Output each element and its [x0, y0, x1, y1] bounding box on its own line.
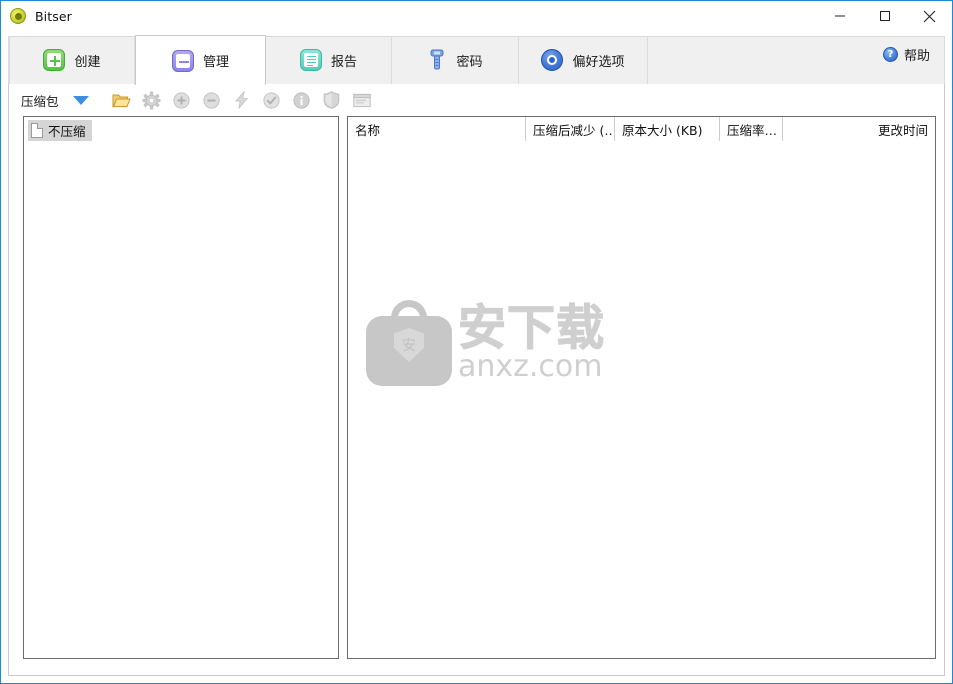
- minimize-button[interactable]: [817, 1, 862, 31]
- tab-create-label: 创建: [74, 54, 101, 70]
- shield-icon: [317, 86, 347, 114]
- app-window: Bitser 创建 管理 报告 密码 偏好选项 ? 帮助 压缩包 不压缩 名称 …: [0, 0, 953, 684]
- tab-manage-label: 管理: [202, 55, 229, 70]
- title-bar: Bitser: [1, 1, 952, 31]
- column-header-modified[interactable]: 更改时间: [783, 117, 935, 141]
- key-icon: [427, 49, 447, 71]
- tab-content-manage: 压缩包 不压缩 名称 压缩后减少 (… 原本大小 (KB) 压缩率… 更改时间 …: [8, 84, 945, 676]
- tab-manage[interactable]: 管理: [135, 35, 266, 85]
- column-header-name[interactable]: 名称: [348, 117, 526, 141]
- tab-report[interactable]: 报告: [266, 36, 392, 84]
- tree-item-no-compression[interactable]: 不压缩: [28, 120, 92, 141]
- watermark-shield-icon: 安: [394, 328, 424, 362]
- column-header-ratio[interactable]: 压缩率…: [720, 117, 783, 141]
- anxz-watermark: 安 安下载 anxz.com: [366, 289, 606, 397]
- report-document-icon: [299, 49, 322, 71]
- file-list-body[interactable]: 安 安下载 anxz.com: [348, 141, 935, 658]
- radio-target-icon: [541, 49, 564, 71]
- plus-circle-icon: [167, 86, 197, 114]
- file-list-header: 名称 压缩后减少 (… 原本大小 (KB) 压缩率… 更改时间: [348, 117, 935, 141]
- tab-password-label: 密码: [456, 54, 483, 70]
- file-list-panel[interactable]: 名称 压缩后减少 (… 原本大小 (KB) 压缩率… 更改时间 安 安下载 an…: [347, 116, 936, 659]
- gear-icon: [137, 86, 167, 114]
- column-label: 更改时间: [877, 122, 928, 138]
- watermark-cn-text: 安下载: [457, 300, 606, 356]
- info-circle-icon: [287, 86, 317, 114]
- tab-create[interactable]: 创建: [9, 36, 135, 84]
- minus-circle-icon: [197, 86, 227, 114]
- help-button[interactable]: ? 帮助: [882, 45, 930, 64]
- maximize-button[interactable]: [862, 1, 907, 31]
- help-label: 帮助: [903, 49, 930, 64]
- manage-panels: 不压缩 名称 压缩后减少 (… 原本大小 (KB) 压缩率… 更改时间 安 安下…: [9, 116, 944, 675]
- bitser-logo-icon: [10, 8, 26, 24]
- open-folder-icon[interactable]: [107, 86, 137, 114]
- watermark-bag-icon: 安: [366, 300, 452, 386]
- tab-report-label: 报告: [330, 54, 357, 70]
- tab-password[interactable]: 密码: [392, 36, 519, 84]
- check-circle-icon: [257, 86, 287, 114]
- column-header-original-size[interactable]: 原本大小 (KB): [615, 117, 720, 141]
- document-icon: [31, 123, 43, 138]
- column-label: 压缩率…: [727, 122, 778, 138]
- watermark-text: 安下载 anxz.com: [457, 300, 606, 384]
- archive-toolbar: 压缩包: [9, 84, 944, 116]
- tab-preferences-label: 偏好选项: [572, 54, 625, 70]
- column-header-saved[interactable]: 压缩后减少 (…: [526, 117, 615, 141]
- watermark-url-text: anxz.com: [458, 349, 603, 384]
- chevron-down-icon[interactable]: [72, 95, 89, 105]
- column-label: 压缩后减少 (…: [533, 122, 615, 138]
- archive-tree-panel[interactable]: 不压缩: [23, 116, 339, 659]
- lightning-icon: [227, 86, 257, 114]
- archive-label: 压缩包: [21, 93, 59, 109]
- window-title: Bitser: [35, 8, 72, 24]
- window-icon: [347, 86, 377, 114]
- column-label: 名称: [355, 122, 381, 138]
- column-label: 原本大小 (KB): [622, 122, 703, 138]
- main-tab-bar: 创建 管理 报告 密码 偏好选项 ? 帮助: [1, 31, 952, 85]
- tab-preferences[interactable]: 偏好选项: [519, 36, 648, 84]
- plus-square-icon: [43, 49, 66, 71]
- question-circle-icon: ?: [882, 47, 898, 62]
- tree-item-label: 不压缩: [48, 124, 86, 139]
- window-controls: [817, 1, 952, 31]
- close-button[interactable]: [907, 1, 952, 31]
- minus-square-icon: [171, 49, 194, 72]
